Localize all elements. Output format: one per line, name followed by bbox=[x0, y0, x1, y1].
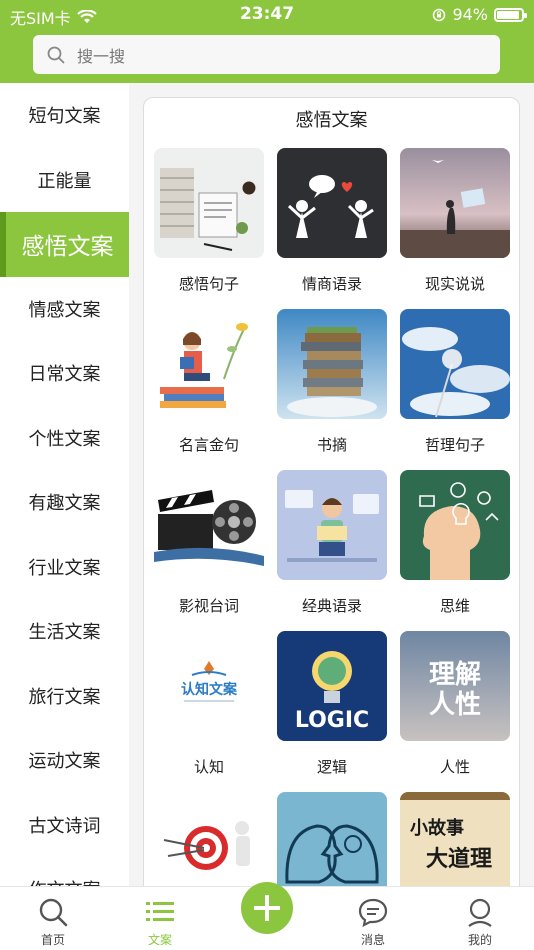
story-text-1: 小故事 bbox=[410, 817, 464, 839]
orientation-lock-icon bbox=[433, 8, 446, 21]
logic-wordmark: LOGIC bbox=[295, 708, 369, 733]
tile-label: 感悟句子 bbox=[178, 275, 239, 293]
woman-field-image bbox=[400, 148, 510, 258]
tile-label: 经典语录 bbox=[301, 597, 362, 615]
humanity-text-1: 理解 bbox=[429, 660, 481, 690]
story-text-2: 大道理 bbox=[426, 846, 492, 872]
tile-label: 书摘 bbox=[316, 436, 347, 454]
tab-label: 文案 bbox=[147, 933, 172, 947]
tab-profile[interactable]: 我的 bbox=[440, 887, 520, 950]
sidebar-item-industry[interactable]: 行业文案 bbox=[0, 535, 129, 600]
tile-philosophy[interactable]: 哲理句子 bbox=[400, 309, 510, 455]
tile-label: 情商语录 bbox=[301, 275, 362, 293]
sidebar-item-fun[interactable]: 有趣文案 bbox=[0, 470, 129, 535]
add-button[interactable] bbox=[241, 882, 293, 934]
sidebar-item-emotion[interactable]: 情感文案 bbox=[0, 277, 129, 342]
tile-cognition[interactable]: 认知文案 认知 bbox=[154, 631, 264, 777]
tile-classic-quotes[interactable]: 经典语录 bbox=[277, 470, 387, 616]
tab-label: 我的 bbox=[467, 933, 492, 947]
tile-label: 逻辑 bbox=[316, 758, 347, 776]
tile-reality-posts[interactable]: 现实说说 bbox=[400, 148, 510, 294]
top-header: 无SIM卡 23:47 94% 搜一搜 bbox=[0, 0, 534, 83]
child-reading-image bbox=[277, 470, 387, 580]
sidebar-item-daily[interactable]: 日常文案 bbox=[0, 341, 129, 406]
tab-copywriting[interactable]: 文案 bbox=[120, 887, 200, 950]
battery-percent: 94% bbox=[452, 5, 488, 24]
plus-icon bbox=[254, 895, 280, 921]
tab-label: 消息 bbox=[360, 933, 385, 947]
list-icon bbox=[146, 902, 174, 921]
tile-label: 名言金句 bbox=[178, 436, 239, 454]
sidebar-item-sports[interactable]: 运动文案 bbox=[0, 728, 129, 793]
message-icon bbox=[358, 898, 388, 927]
tile-logic[interactable]: LOGIC 逻辑 bbox=[277, 631, 387, 777]
search-bar[interactable]: 搜一搜 bbox=[33, 35, 500, 74]
sidebar-item-travel[interactable]: 旅行文案 bbox=[0, 664, 129, 729]
tile-label: 哲理句子 bbox=[424, 436, 485, 454]
panel-title: 感悟文案 bbox=[295, 110, 368, 131]
search-icon bbox=[39, 898, 68, 927]
tab-home[interactable]: 首页 bbox=[13, 887, 93, 950]
logo-wordmark: 认知文案 bbox=[181, 681, 238, 698]
user-icon bbox=[468, 898, 492, 927]
sidebar-item-personality[interactable]: 个性文案 bbox=[0, 406, 129, 471]
tile-label: 影视台词 bbox=[178, 597, 239, 615]
tile-insight-sentences[interactable]: 感悟句子 bbox=[154, 148, 264, 294]
dandelion-image bbox=[400, 309, 510, 419]
tile-famous-quotes[interactable]: 名言金句 bbox=[154, 309, 264, 455]
tab-messages[interactable]: 消息 bbox=[333, 887, 413, 950]
tile-label: 现实说说 bbox=[424, 275, 485, 293]
tile-book-excerpts[interactable]: 书摘 bbox=[277, 309, 387, 455]
battery-icon bbox=[494, 7, 527, 22]
tile-humanity[interactable]: 理解 人性 人性 bbox=[400, 631, 510, 777]
content-panel: 感悟文案 感悟句子 情商语录 现实说说 名言金句 书摘 哲理句子 影视台词 经典… bbox=[143, 97, 520, 907]
sidebar-item-poetry[interactable]: 古文诗词 bbox=[0, 793, 129, 858]
sidebar-item-insight[interactable]: 感悟文案 bbox=[0, 212, 129, 277]
two-people-image bbox=[277, 148, 387, 258]
humanity-text-2: 人性 bbox=[429, 690, 481, 720]
category-sidebar: 短句文案 正能量 感悟文案 情感文案 日常文案 个性文案 有趣文案 行业文案 生… bbox=[0, 83, 129, 886]
tile-label: 认知 bbox=[193, 758, 224, 776]
tab-label: 首页 bbox=[40, 933, 65, 947]
logic-bulb-image: LOGIC bbox=[277, 631, 387, 741]
tile-label: 人性 bbox=[439, 758, 470, 776]
status-bar: 无SIM卡 23:47 94% bbox=[0, 0, 534, 30]
head-ideas-image bbox=[400, 470, 510, 580]
sidebar-item-essay[interactable]: 作文文案 bbox=[0, 857, 129, 886]
girl-reading-image bbox=[154, 309, 264, 419]
film-clapper-image bbox=[154, 470, 264, 580]
tile-movie-lines[interactable]: 影视台词 bbox=[154, 470, 264, 616]
sky-text-image: 理解 人性 bbox=[400, 631, 510, 741]
tile-thinking[interactable]: 思维 bbox=[400, 470, 510, 616]
sidebar-item-short-copy[interactable]: 短句文案 bbox=[0, 83, 129, 148]
book-stack-image bbox=[277, 309, 387, 419]
tile-label: 思维 bbox=[439, 597, 470, 615]
search-icon bbox=[47, 46, 65, 63]
sidebar-item-positive[interactable]: 正能量 bbox=[0, 148, 129, 213]
search-placeholder: 搜一搜 bbox=[77, 46, 126, 66]
bottom-tab-bar: 首页 文案 消息 我的 bbox=[0, 882, 534, 950]
cognition-logo-image: 认知文案 bbox=[154, 631, 264, 741]
desk-books-image bbox=[154, 148, 264, 258]
sidebar-item-life[interactable]: 生活文案 bbox=[0, 599, 129, 664]
tile-eq-quotes[interactable]: 情商语录 bbox=[277, 148, 387, 294]
